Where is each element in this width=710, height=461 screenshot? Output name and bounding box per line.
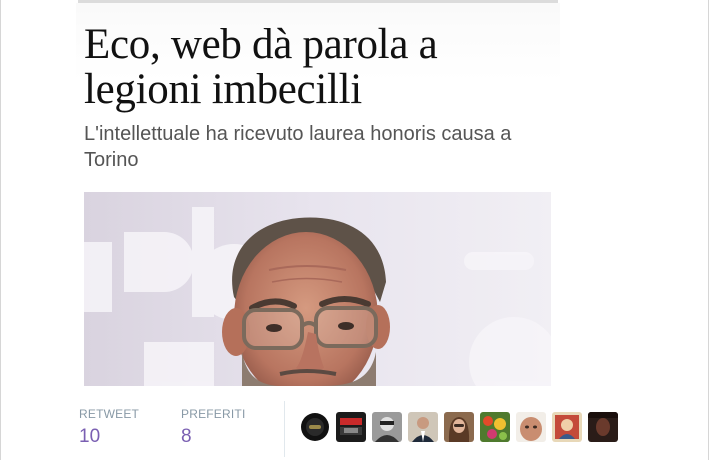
retweet-count[interactable]: 10 (79, 426, 100, 448)
article-headline[interactable]: Eco, web dà parola a legioni imbecilli (84, 22, 554, 112)
avatar-dark-logo-icon[interactable] (300, 412, 330, 442)
avatar-suit-portrait-icon[interactable] (408, 412, 438, 442)
article-subheadline: L'intellettuale ha ricevuto laurea honor… (84, 123, 512, 171)
card-top-divider (78, 0, 558, 3)
portrait-photo-icon (84, 192, 551, 386)
stats-divider (284, 401, 285, 457)
avatar-flowers-icon[interactable] (480, 412, 510, 442)
retweet-label[interactable]: RETWEET (79, 407, 139, 421)
avatar-painting-icon[interactable] (552, 412, 582, 442)
avatar-dark-portrait-icon[interactable] (588, 412, 618, 442)
article-photo[interactable] (84, 192, 551, 386)
favorites-count[interactable]: 8 (181, 426, 192, 448)
avatar-red-logo-icon[interactable] (336, 412, 366, 442)
favorites-label[interactable]: PREFERITI (181, 407, 245, 421)
avatar-bw-portrait-icon[interactable] (372, 412, 402, 442)
avatar-face-closeup-icon[interactable] (516, 412, 546, 442)
avatar-list (300, 412, 618, 442)
avatar-woman-portrait-icon[interactable] (444, 412, 474, 442)
